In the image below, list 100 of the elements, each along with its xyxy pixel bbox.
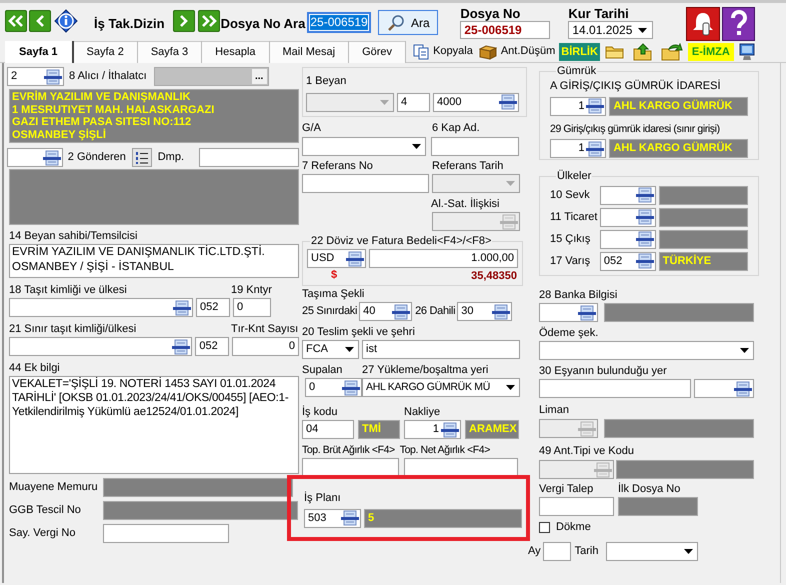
lookup-field[interactable]: 40 [359,302,412,321]
text-field[interactable]: ist [362,340,520,359]
lookup-field[interactable]: 4000 [433,92,519,112]
folder-arrow-icon[interactable] [660,42,683,60]
text-field[interactable] [539,379,691,398]
currency-symbol: $ [331,268,338,282]
lookup-field[interactable] [539,303,598,322]
lookup-button[interactable] [173,300,191,316]
text-area[interactable]: VEKALET='ŞİŞLİ 19. NOTERİ 1453 SAYI 01.01.2024 TARİHLİ' [OKSB 01.01.2023/24/41/OKS/00455] [AEO:1- Yetkilendirilmiş Yükümlü ae12524/01.01.2024] [9,376,299,474]
lookup-button[interactable] [492,304,510,320]
lookup-field[interactable]: 0 [305,378,362,397]
lookup-field[interactable] [600,230,656,248]
dropdown[interactable]: FCA [302,340,359,359]
text-field[interactable]: 052 [195,337,230,356]
caret-icon[interactable] [345,347,354,352]
double-chevron-icon [200,14,217,28]
text-field[interactable] [302,174,429,193]
search-field[interactable]: 25-006519 [307,12,372,33]
lookup-field[interactable]: 2 [7,67,64,86]
search-button[interactable]: Ara [378,10,438,35]
text-field[interactable] [103,524,229,543]
lookup-field[interactable] [9,298,193,317]
caret-icon[interactable] [740,348,749,353]
text-field[interactable] [542,542,571,561]
next-button[interactable] [198,10,220,32]
help-button[interactable] [722,7,756,41]
tab[interactable]: Sayfa 1 [5,41,74,63]
lookup-button[interactable] [172,338,190,354]
caret-icon[interactable] [638,28,648,32]
lookup-button[interactable] [636,231,654,247]
ellipsis-button[interactable]: ... [252,69,267,84]
text-field[interactable]: 0 [233,298,271,317]
lookup-field[interactable]: 1 [550,139,606,158]
lookup-field[interactable]: 30 [457,302,512,321]
lookup-field[interactable]: USD [307,249,366,268]
caret-icon[interactable] [412,144,421,149]
lookup-field[interactable]: 1 [404,420,461,439]
exchange-rate: 35,48350 [471,270,517,283]
lookup-button[interactable] [342,380,360,396]
lookup-button[interactable] [734,380,752,396]
lookup-button[interactable] [42,150,61,166]
lookup-field[interactable] [9,337,192,356]
lookup-field[interactable] [694,379,754,398]
text-field[interactable]: 0 [232,337,300,356]
text-field[interactable] [539,497,614,516]
toolbar-button[interactable]: Kopyala [411,42,475,62]
checkbox[interactable] [539,522,550,533]
lookup-field[interactable]: 052 [600,252,656,270]
lookup-field[interactable] [600,208,656,226]
text-field[interactable]: 1.000,00 [369,249,518,268]
tab[interactable]: Hesapla [202,41,270,63]
folder-up-arrow-icon[interactable] [632,42,653,60]
text-field[interactable]: 4 [397,92,430,112]
dropdown[interactable]: AHL KARGO GÜMRÜK MÜ [362,378,520,397]
text-field[interactable]: 052 [196,298,230,317]
caret-icon[interactable] [684,549,694,554]
lookup-button[interactable] [578,304,596,320]
lookup-button[interactable] [392,304,410,320]
lookup-button[interactable] [499,94,517,110]
tab[interactable]: Mail Mesaj [270,41,350,63]
lookup-field[interactable] [7,148,63,167]
date-dropdown[interactable]: 14.01.2025 [568,21,654,39]
text-field[interactable] [431,137,519,156]
folder-icon[interactable] [604,44,625,60]
lookup-field[interactable] [600,186,656,204]
field-label: 10 Sevk [550,188,591,202]
lookup-button[interactable] [636,187,654,203]
info-icon[interactable] [54,9,78,33]
list-button[interactable] [132,148,152,167]
lookup-button[interactable] [636,209,654,225]
lookup-button[interactable] [636,253,654,269]
tab[interactable]: Görev [349,41,406,63]
lookup-button[interactable] [441,422,459,438]
birlik-button[interactable]: BİRLİK [559,42,600,60]
lookup-field[interactable] [539,460,614,479]
lookup-button[interactable] [44,68,62,84]
caret-icon[interactable] [506,385,515,390]
lookup-field[interactable] [432,212,520,231]
tab[interactable]: Sayfa 2 [74,41,138,63]
dosya-no-label: Dosya No [460,6,522,21]
field-label: Nakliye [404,406,440,419]
text-field[interactable]: 04 [302,420,354,439]
lookup-button[interactable] [346,250,364,266]
lookup-button[interactable] [586,98,604,114]
lookup-field[interactable]: 1 [550,96,606,116]
previous-button[interactable] [29,10,51,32]
lookup-button[interactable] [586,140,604,156]
alarm-button[interactable] [686,7,720,41]
monitor-icon[interactable] [738,42,755,60]
lookup-field[interactable] [539,419,598,438]
field-label: 18 Taşıt kimliği ve ülkesi [9,284,128,297]
tab[interactable]: Sayfa 3 [138,41,202,63]
toolbar-button[interactable]: Ant.Düşüm [476,42,558,62]
text-field[interactable] [199,148,300,167]
text-area[interactable]: EVRİM YAZILIM VE DANIŞMANLIK TİC.LTD.ŞTİ. OSMANBEY / ŞİŞİ - İSTANBUL [9,244,299,278]
previous-button[interactable] [5,10,27,32]
lookup-button[interactable] [341,510,359,526]
next-button[interactable] [172,10,195,32]
field-label: Say. Vergi No [9,527,76,540]
lookup-field[interactable]: 503 [304,508,361,528]
